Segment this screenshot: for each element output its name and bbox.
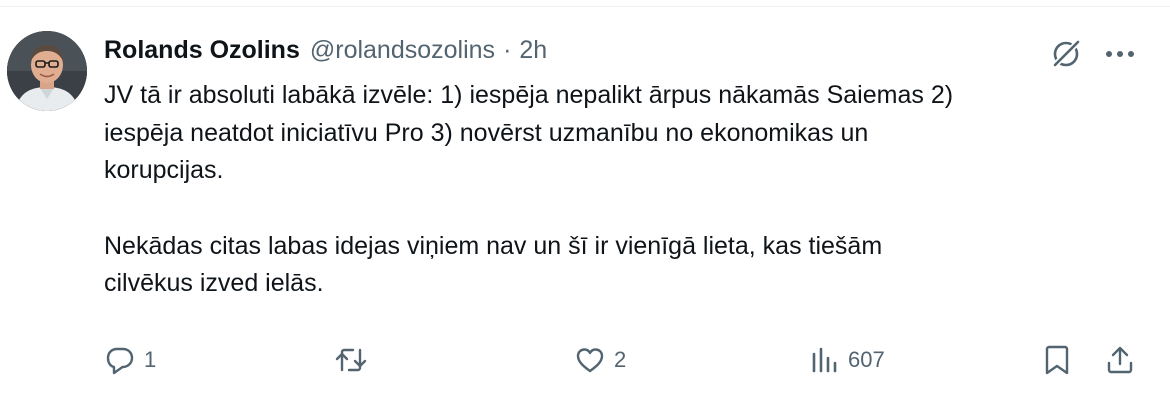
tweet-paragraph-1: JV tā ir absoluti labākā izvēle: 1) iesp… [104,81,954,184]
header-separator: · [503,36,512,64]
author-handle[interactable]: @rolandsozolins [310,33,495,67]
share-icon [1102,342,1138,378]
grok-button[interactable] [1046,34,1086,74]
views-chart-icon [806,342,842,378]
share-button[interactable] [1102,338,1138,382]
bookmark-icon [1039,342,1075,378]
more-options-button[interactable] [1100,34,1140,74]
tweet-actions: 1 2 607 [100,338,1150,382]
like-button[interactable]: 2 [572,338,626,382]
grok-icon [1051,39,1081,69]
views-count: 607 [848,347,885,372]
repost-icon [333,342,369,378]
tweet-paragraph-2: Nekādas citas labas idejas viņiem nav un… [104,231,883,298]
views-button[interactable]: 607 [806,338,885,382]
avatar-image [7,31,87,111]
repost-button[interactable] [333,338,375,382]
bookmark-button[interactable] [1039,338,1075,382]
like-count: 2 [614,347,627,372]
tweet-header: Rolands Ozolins @rolandsozolins · 2h [104,33,547,67]
reply-button[interactable]: 1 [102,338,156,382]
tweet-text: JV tā ir absoluti labākā izvēle: 1) iesp… [104,77,1154,303]
tweet[interactable]: Rolands Ozolins @rolandsozolins · 2h JV … [0,0,1170,402]
reply-count: 1 [144,347,157,372]
more-dots-icon [1106,51,1134,57]
tweet-timestamp[interactable]: 2h [519,33,547,67]
author-name[interactable]: Rolands Ozolins [104,33,300,67]
avatar[interactable] [7,31,87,111]
reply-icon [102,342,138,378]
heart-icon [572,342,608,378]
